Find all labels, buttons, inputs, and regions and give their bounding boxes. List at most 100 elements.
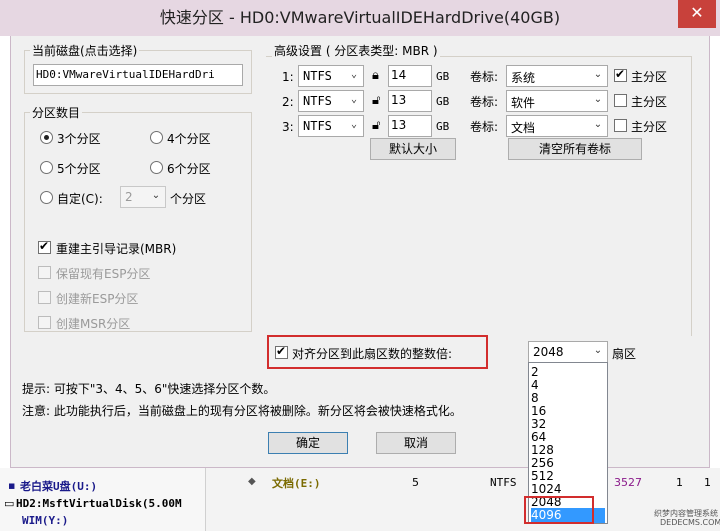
rebuild-mbr-box — [38, 239, 51, 254]
radio-3-dot — [40, 131, 53, 144]
row3-unit: GB — [436, 120, 450, 133]
unlock-icon[interactable]: 🔓︎ — [372, 93, 380, 108]
rebuild-mbr-checkbox[interactable]: 重建主引导记录(MBR) — [38, 239, 218, 256]
radio-5-label: 5个分区 — [57, 162, 101, 176]
row1-primary-checkbox[interactable]: 主分区 — [614, 67, 686, 84]
custom-count-value: 2 — [125, 190, 133, 204]
radio-4-label: 4个分区 — [167, 132, 211, 146]
row2-unit: GB — [436, 95, 450, 108]
row2-fs-value: NTFS — [303, 94, 332, 108]
create-msr-label: 创建MSR分区 — [56, 317, 131, 331]
chevron-down-icon: ⌄ — [350, 94, 358, 105]
background-row-name: 文档(E:) — [272, 477, 321, 490]
create-esp-checkbox[interactable]: 创建新ESP分区 — [38, 290, 218, 306]
row3-fs-value: NTFS — [303, 119, 332, 133]
rebuild-mbr-label: 重建主引导记录(MBR) — [56, 242, 177, 256]
chevron-down-icon: ⌄ — [350, 119, 358, 130]
background-row-c1: 1 — [676, 476, 683, 489]
row1-label-value: 系统 — [511, 71, 536, 85]
tip-line-1: 提示: 可按下"3、4、5、6"快速选择分区个数。 — [22, 382, 276, 396]
align-label: 对齐分区到此扇区数的整数倍: — [292, 347, 453, 361]
row2-primary-label: 主分区 — [631, 95, 668, 109]
row2-label-value: 软件 — [511, 96, 536, 110]
row2-primary-checkbox[interactable]: 主分区 — [614, 93, 686, 109]
radio-custom-label: 自定(C): — [57, 192, 103, 206]
ok-button[interactable]: 确定 — [268, 432, 348, 454]
unlock-icon[interactable]: 🔓︎ — [372, 118, 380, 133]
custom-count-select[interactable]: 2 ⌄ — [120, 186, 166, 208]
radio-6-label: 6个分区 — [167, 162, 211, 176]
align-checkbox[interactable]: 对齐分区到此扇区数的整数倍: — [275, 344, 485, 361]
custom-count-suffix: 个分区 — [170, 192, 207, 206]
radio-custom-dot — [40, 191, 53, 204]
current-disk-legend: 当前磁盘(点击选择) — [30, 42, 140, 59]
row3-primary-label: 主分区 — [631, 120, 668, 134]
radio-5-dot — [40, 161, 53, 174]
radio-6-dot — [150, 161, 163, 174]
current-disk-field[interactable]: HD0:VMwareVirtualIDEHardDri — [33, 64, 243, 86]
row3-primary-box — [614, 119, 627, 132]
tip-line-2: 注意: 此功能执行后，当前磁盘上的现有分区将被删除。新分区将会被快速格式化。 — [22, 404, 462, 418]
row2-size-input[interactable]: 13 — [388, 90, 432, 112]
default-size-button[interactable]: 默认大小 — [370, 138, 456, 160]
sector-suffix: 扇区 — [612, 347, 637, 361]
row2-label-select[interactable]: 软件 ⌄ — [506, 90, 608, 112]
row1-label-caption: 卷标: — [470, 70, 499, 84]
background-disk-item-1[interactable]: 老白菜U盘(U:) — [20, 478, 97, 494]
partition-row-icon: ◆ — [248, 476, 256, 487]
close-button[interactable]: ✕ — [678, 0, 716, 28]
row3-size-input[interactable]: 13 — [388, 115, 432, 137]
chevron-down-icon: ⌄ — [593, 94, 603, 105]
row3-label-select[interactable]: 文档 ⌄ — [506, 115, 608, 137]
tree-expander-icon[interactable]: ▪ — [8, 479, 15, 492]
row1-fs-select[interactable]: NTFS ⌄ — [298, 65, 364, 87]
chevron-down-icon: ⌄ — [350, 69, 358, 80]
background-disk-item-3[interactable]: WIM(Y:) — [22, 514, 68, 527]
create-esp-box — [38, 291, 51, 304]
create-msr-checkbox[interactable]: 创建MSR分区 — [38, 315, 218, 331]
create-esp-label: 创建新ESP分区 — [56, 292, 139, 306]
radio-6-partitions[interactable]: 6个分区 — [150, 160, 250, 176]
keep-esp-label: 保留现有ESP分区 — [56, 267, 151, 281]
row3-index: 3: — [282, 120, 294, 134]
sector-highlight-box — [524, 496, 594, 524]
cancel-button[interactable]: 取消 — [376, 432, 456, 454]
row1-unit: GB — [436, 70, 450, 83]
watermark-line-2: DEDECMS.COM — [660, 518, 720, 527]
clear-labels-button[interactable]: 清空所有卷标 — [508, 138, 642, 160]
background-row-val: 3527 — [614, 476, 642, 489]
row2-fs-select[interactable]: NTFS ⌄ — [298, 90, 364, 112]
radio-4-dot — [150, 131, 163, 144]
row3-label-value: 文档 — [511, 121, 536, 135]
row1-primary-label: 主分区 — [631, 70, 668, 84]
row3-label-caption: 卷标: — [470, 120, 499, 134]
partition-count-legend: 分区数目 — [30, 104, 83, 121]
chevron-down-icon: ⌄ — [593, 69, 603, 80]
row2-label-caption: 卷标: — [470, 95, 499, 109]
lock-icon[interactable]: 🔒︎ — [372, 68, 379, 83]
align-box — [275, 344, 288, 359]
radio-4-partitions[interactable]: 4个分区 — [150, 130, 250, 146]
create-msr-box — [38, 316, 51, 329]
radio-3-label: 3个分区 — [57, 132, 101, 146]
background-row-c2: 1 — [704, 476, 711, 489]
radio-5-partitions[interactable]: 5个分区 — [40, 160, 140, 176]
row2-primary-box — [614, 94, 627, 107]
disk-icon: ▭ — [4, 497, 15, 510]
row3-primary-checkbox[interactable]: 主分区 — [614, 118, 686, 134]
sector-value: 2048 — [533, 345, 564, 359]
row3-fs-select[interactable]: NTFS ⌄ — [298, 115, 364, 137]
chevron-down-icon: ⌄ — [593, 345, 603, 356]
row1-size-input[interactable]: 14 — [388, 65, 432, 87]
radio-3-partitions[interactable]: 3个分区 — [40, 130, 140, 146]
background-disk-item-2[interactable]: HD2:MsftVirtualDisk(5.00M — [16, 497, 182, 510]
keep-esp-checkbox[interactable]: 保留现有ESP分区 — [38, 265, 218, 281]
chevron-down-icon: ⌄ — [151, 190, 161, 201]
advanced-legend: 高级设置 ( 分区表类型: MBR ) — [272, 42, 440, 59]
row1-primary-box — [614, 67, 627, 82]
radio-custom[interactable]: 自定(C): — [40, 190, 120, 206]
row1-label-select[interactable]: 系统 ⌄ — [506, 65, 608, 87]
sector-select[interactable]: 2048 ⌄ — [528, 341, 608, 363]
row1-fs-value: NTFS — [303, 69, 332, 83]
background-row-num: 5 — [412, 476, 419, 489]
